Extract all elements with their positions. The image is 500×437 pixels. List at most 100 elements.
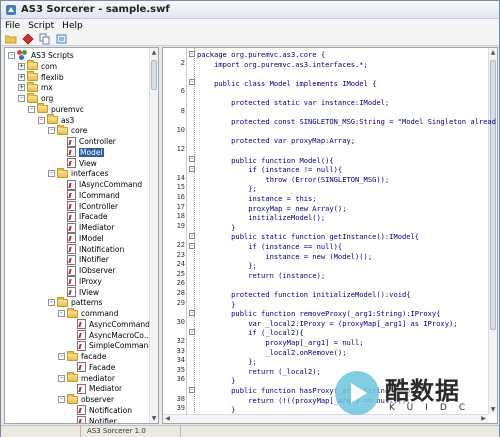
expand-icon[interactable]: + bbox=[18, 84, 25, 92]
code-horizontal-scrollbar[interactable]: ◀ ▶ bbox=[163, 414, 488, 423]
tree-item[interactable]: Notification bbox=[68, 405, 132, 416]
fold-toggle-icon[interactable]: - bbox=[189, 156, 195, 163]
collapse-icon[interactable]: - bbox=[48, 170, 55, 178]
tree-item[interactable]: - facade bbox=[58, 350, 106, 362]
tree-item[interactable]: INotifier bbox=[58, 254, 109, 265]
tree-item[interactable]: Controller bbox=[58, 136, 116, 147]
line-number: 32 bbox=[176, 337, 185, 345]
folder-icon bbox=[57, 167, 68, 178]
tree-item[interactable]: - mediator bbox=[58, 372, 115, 384]
fold-toggle-icon[interactable]: - bbox=[189, 232, 195, 239]
tree-item-label: Facade bbox=[89, 362, 116, 372]
menu-file[interactable]: File bbox=[5, 21, 20, 31]
tree-item[interactable]: - AS3 Scripts bbox=[8, 50, 74, 61]
tree-item[interactable]: IController bbox=[58, 201, 118, 212]
tree-item[interactable]: IProxy bbox=[58, 276, 102, 287]
collapse-icon[interactable]: - bbox=[58, 353, 65, 360]
tree-item-label: IAsyncCommand bbox=[79, 180, 143, 189]
folder-icon bbox=[27, 60, 38, 71]
tree-item[interactable]: - org bbox=[18, 92, 53, 104]
tree-item[interactable]: View bbox=[58, 158, 97, 169]
script-file-icon bbox=[77, 362, 86, 373]
menu-bar: File Script Help bbox=[1, 19, 499, 32]
line-number: 17 bbox=[176, 202, 185, 211]
tree-item[interactable]: Mediator bbox=[68, 383, 122, 394]
expand-icon[interactable]: + bbox=[18, 62, 25, 70]
tree-item[interactable]: - puremvc bbox=[28, 103, 84, 115]
menu-script[interactable]: Script bbox=[28, 21, 54, 31]
tree-item[interactable]: IFacade bbox=[58, 211, 108, 222]
tree-item[interactable]: Model bbox=[58, 147, 104, 158]
status-version: AS3 Sorcerer 1.0 bbox=[81, 426, 181, 437]
tree-item[interactable]: IObserver bbox=[58, 265, 116, 276]
export-button[interactable] bbox=[56, 33, 68, 45]
tree-item[interactable]: - core bbox=[48, 124, 87, 136]
script-file-icon bbox=[67, 158, 76, 168]
tree-item[interactable]: Facade bbox=[68, 362, 115, 373]
fold-toggle-icon[interactable]: - bbox=[189, 165, 195, 172]
tree-item[interactable]: + flexlib bbox=[18, 71, 64, 83]
line-number: 15 bbox=[176, 183, 185, 192]
folder-icon bbox=[67, 307, 78, 318]
code-editor[interactable]: 2 6 8 10 12 14 15 16 17 18 19 22 23 24 25 26 28 29 30 32 33 3… bbox=[162, 47, 498, 424]
line-number: 22 bbox=[176, 241, 185, 249]
tree-item[interactable]: ICommand bbox=[58, 190, 120, 201]
fold-toggle-icon[interactable]: - bbox=[189, 79, 195, 86]
expand-icon[interactable]: + bbox=[18, 73, 25, 81]
tree-item[interactable]: AsyncMacroCo... bbox=[68, 330, 151, 341]
collapse-icon[interactable]: - bbox=[18, 95, 25, 102]
save-button[interactable] bbox=[22, 32, 34, 45]
scroll-up-icon[interactable]: ▲ bbox=[150, 48, 158, 57]
line-number: 36 bbox=[176, 375, 185, 384]
copy-button[interactable] bbox=[39, 33, 51, 45]
scroll-right-icon[interactable]: ▶ bbox=[479, 415, 488, 423]
tree-item[interactable]: IMediator bbox=[58, 222, 114, 233]
collapse-icon[interactable]: - bbox=[48, 127, 55, 135]
tree-item[interactable]: Notifier bbox=[68, 416, 117, 423]
tree-item[interactable]: - patterns bbox=[48, 296, 102, 308]
collapse-icon[interactable]: - bbox=[48, 299, 55, 307]
collapse-icon[interactable]: - bbox=[58, 374, 65, 382]
scroll-thumb[interactable] bbox=[490, 60, 496, 330]
code-line: } bbox=[197, 405, 236, 415]
tree-item[interactable]: IAsyncCommand bbox=[58, 179, 142, 190]
collapse-icon[interactable]: - bbox=[58, 310, 65, 317]
tree-item[interactable]: - as3 bbox=[38, 114, 74, 126]
tree-item[interactable]: IModel bbox=[58, 233, 104, 244]
collapse-icon[interactable]: - bbox=[8, 52, 15, 59]
fold-toggle-icon[interactable]: - bbox=[189, 386, 195, 393]
tree-item[interactable]: INotification bbox=[58, 244, 124, 255]
tree-item-label: INotifier bbox=[79, 255, 109, 265]
fold-toggle-icon[interactable]: - bbox=[189, 309, 195, 316]
fold-toggle-icon[interactable]: - bbox=[189, 242, 195, 249]
tree-item[interactable]: IView bbox=[58, 287, 99, 298]
scroll-left-icon[interactable]: ◀ bbox=[163, 415, 172, 423]
scroll-thumb[interactable] bbox=[151, 60, 157, 90]
collapse-icon[interactable]: - bbox=[38, 116, 45, 124]
script-file-icon bbox=[67, 244, 76, 254]
scroll-up-icon[interactable]: ▲ bbox=[489, 48, 497, 57]
line-number-gutter: 2 6 8 10 12 14 15 16 17 18 19 22 23 24 25 26 28 29 30 32 33 3… bbox=[163, 48, 187, 423]
scroll-down-icon[interactable]: ▼ bbox=[489, 405, 497, 414]
folder-icon bbox=[57, 296, 68, 307]
tree-item[interactable]: + com bbox=[18, 60, 57, 72]
code-vertical-scrollbar[interactable]: ▲ ▼ bbox=[488, 48, 497, 414]
menu-help[interactable]: Help bbox=[62, 21, 83, 31]
collapse-icon[interactable]: - bbox=[58, 396, 65, 403]
line-number: 23 bbox=[176, 250, 185, 259]
status-cell-empty bbox=[1, 426, 81, 437]
tree-item[interactable]: - command bbox=[58, 307, 118, 319]
tree-item-label: puremvc bbox=[51, 104, 84, 114]
tree-item[interactable]: - interfaces bbox=[48, 167, 108, 179]
tree-item[interactable]: - observer bbox=[58, 393, 114, 405]
tree-vertical-scrollbar[interactable]: ▲ ▼ bbox=[149, 48, 158, 423]
open-button[interactable] bbox=[5, 33, 17, 45]
scroll-down-icon[interactable]: ▼ bbox=[150, 414, 158, 423]
tree-item[interactable]: SimpleCommand bbox=[68, 340, 153, 351]
tree-item[interactable]: + mx bbox=[18, 81, 53, 93]
fold-toggle-icon[interactable]: - bbox=[189, 328, 195, 335]
collapse-icon[interactable]: - bbox=[28, 105, 35, 113]
fold-toggle-icon[interactable]: - bbox=[189, 50, 195, 57]
tree-item[interactable]: AsyncCommand bbox=[68, 319, 150, 330]
script-tree[interactable]: - AS3 Scripts + com + flexlib + mx - org - puremvc -… bbox=[4, 47, 159, 424]
